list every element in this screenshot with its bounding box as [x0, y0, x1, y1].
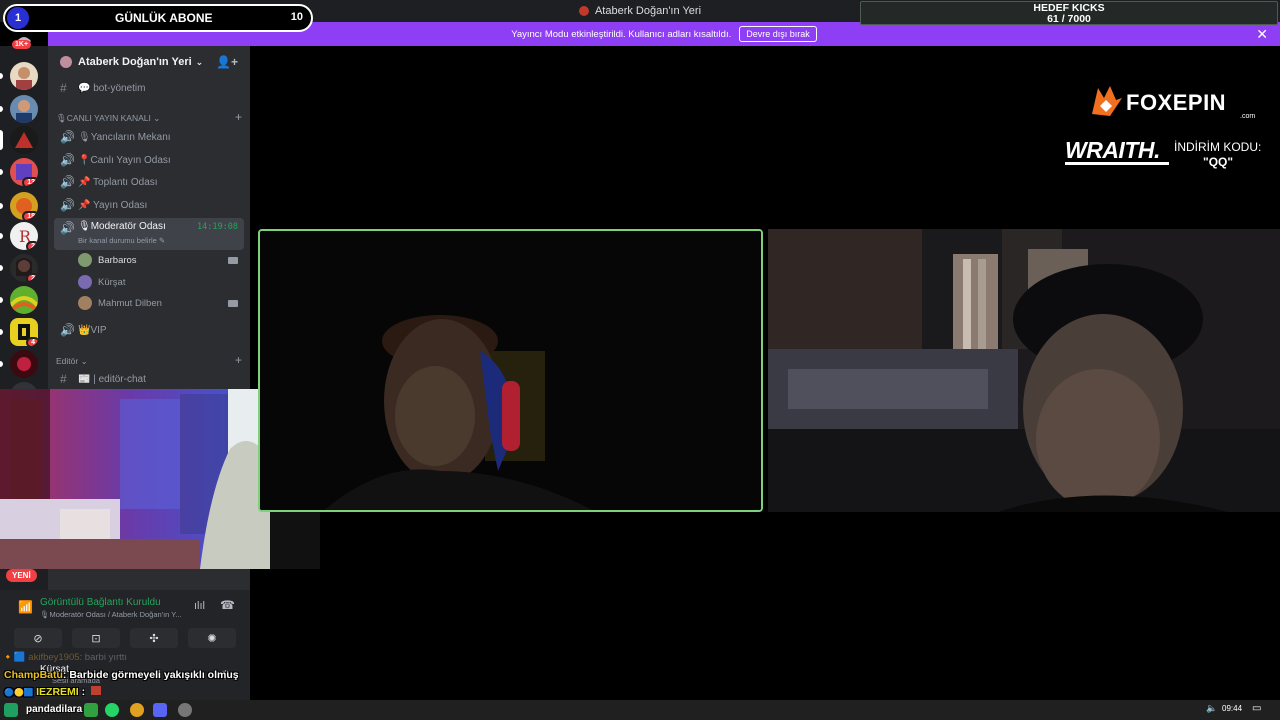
server-header[interactable]: Ataberk Doğan'ın Yeri ⌄ 👤+ [48, 46, 250, 78]
kicks-goal-overlay: HEDEF KICKS 61 / 7000 [860, 1, 1278, 25]
activities-icon: ✣ [149, 632, 159, 645]
server-logo-icon [578, 6, 589, 16]
voice-channel-icon: 🔊 [60, 221, 75, 235]
server-icon[interactable] [10, 126, 38, 154]
voice-channel-icon: 🔊 [60, 130, 75, 144]
server-avatar-icon [60, 56, 72, 68]
disable-streamer-mode-button[interactable]: Devre dışı bırak [739, 26, 817, 42]
noise-suppression-icon[interactable]: ılıl [194, 600, 205, 612]
voice-member[interactable]: Kürşat [78, 272, 244, 292]
server-icon[interactable] [10, 62, 38, 90]
foxepin-sponsor-logo: FOXEPIN .com [1086, 84, 1266, 124]
activities-button[interactable]: ✣ [130, 628, 178, 648]
channel-canli-yayin-odasi[interactable]: 🔊 📍Canlı Yayın Odası [54, 150, 244, 170]
server-icon[interactable]: 13 [10, 158, 38, 186]
chat-username: pandadilara [26, 704, 83, 715]
wraith-logo: WRAITH. [1065, 137, 1160, 163]
camera-toggle-button[interactable]: ⊘ [14, 628, 62, 648]
chat-message: ChampBatu: Barbide görmeyeli yakışıklı o… [4, 669, 239, 681]
chat-message: 🔸🟦 akifbey1905: barbi yırttı [2, 652, 128, 663]
steam-icon[interactable] [178, 703, 192, 717]
chat-badge-icon: 🔵🟡🟦 [4, 688, 37, 697]
close-icon[interactable]: ✕ [1256, 26, 1268, 43]
signal-icon[interactable]: 📶 [18, 600, 33, 614]
text-channel-icon: # [60, 372, 67, 386]
kicks-value: 61 / 7000 [1047, 13, 1091, 25]
soundboard-icon: ✺ [207, 632, 217, 645]
server-icon[interactable]: 18 [10, 192, 38, 220]
server-icon[interactable] [10, 95, 38, 123]
channel-vip[interactable]: 🔊 👑VIP [54, 320, 244, 340]
voice-channel-icon: 🔊 [60, 175, 75, 189]
sub-count: 10 [290, 11, 303, 23]
add-channel-icon[interactable]: + [235, 353, 242, 367]
clock[interactable]: 09:44 [1222, 704, 1242, 713]
screen-share-icon: ⊡ [91, 632, 101, 645]
avatar [78, 253, 92, 267]
disconnect-icon[interactable]: ☎ [220, 598, 235, 612]
video-tile-barbaros[interactable] [258, 229, 763, 512]
server-icon[interactable]: R 2 [10, 222, 38, 250]
screen-share-button[interactable]: ⊡ [72, 628, 120, 648]
channel-moderator-odasi[interactable]: 🔊 🎙Moderatör Odası 14:19:08 Bir kanal du… [54, 218, 244, 250]
chat-emote-icon: 🔸🟦 [2, 652, 29, 663]
notifications-icon[interactable]: ▭ [1252, 703, 1261, 714]
category-editor[interactable]: Editör ⌄ [56, 356, 88, 367]
camera-icon [228, 256, 238, 264]
discount-code-label: İNDİRİM KODU: [1174, 140, 1262, 154]
voice-channel-icon: 🔊 [60, 153, 75, 167]
camera-icon [228, 299, 238, 307]
chat-message: 🔵🟡🟦 IEZREMI : [4, 686, 102, 698]
voice-member[interactable]: Barbaros [78, 250, 244, 270]
server-icon[interactable]: 4 [10, 318, 38, 346]
flag-emote-icon [91, 686, 102, 695]
fox-logo-icon [1092, 86, 1122, 116]
channel-editor-chat[interactable]: # 📰 | editör-chat [54, 369, 244, 389]
voice-member[interactable]: Mahmut Dilben [78, 293, 244, 313]
discord-icon[interactable] [153, 703, 167, 717]
avatar [78, 296, 92, 310]
chat-badge-icon [4, 703, 18, 717]
add-channel-icon[interactable]: + [235, 110, 242, 124]
channel-status[interactable]: Bir kanal durumu belirle ✎ [78, 236, 165, 245]
discord-home-icon[interactable]: 1K+ [12, 30, 36, 56]
speaker-icon[interactable]: 🔈 [1206, 703, 1217, 714]
wraith-underline [1065, 162, 1169, 165]
voice-channel-icon: 🔊 [60, 323, 75, 337]
channel-yayin-odasi[interactable]: 🔊 📌 Yayın Odası [54, 195, 244, 215]
chevron-down-icon: ⌄ [195, 56, 204, 67]
camera-off-icon: ⊘ [33, 632, 43, 645]
soundboard-button[interactable]: ✺ [188, 628, 236, 648]
channel-bot-yonetim[interactable]: # 💬 bot-yönetim [54, 78, 244, 98]
unread-badge: 1K+ [12, 40, 32, 49]
discount-code-value: "QQ" [1203, 155, 1234, 169]
windows-taskbar: pandadilara 🔈 09:44 ▭ [0, 700, 1280, 720]
text-channel-icon: # [60, 81, 67, 95]
chrome-icon[interactable] [130, 703, 144, 717]
voice-location[interactable]: 🎙Moderatör Odası / Ataberk Doğan'ın Y... [40, 610, 182, 619]
invite-people-icon[interactable]: 👤+ [216, 55, 238, 69]
app-icon[interactable] [84, 703, 98, 717]
channel-yancilar[interactable]: 🔊 🎙Yancıların Mekanı [54, 127, 244, 147]
sub-label: GÜNLÜK ABONE [115, 11, 213, 25]
daily-subs-overlay: 1 GÜNLÜK ABONE 10 [3, 4, 313, 32]
voice-channel-icon: 🔊 [60, 198, 75, 212]
channel-timer: 14:19:08 [197, 222, 238, 232]
server-icon[interactable] [10, 286, 38, 314]
whatsapp-icon[interactable] [105, 703, 119, 717]
new-badge: YENİ [6, 569, 37, 582]
voice-connection-panel: 📶 Görüntülü Bağlantı Kuruldu 🎙Moderatör … [0, 590, 250, 652]
category-canli-yayin[interactable]: 🎙CANLI YAYIN KANALI ⌄ [56, 113, 160, 124]
server-icon[interactable] [10, 350, 38, 378]
video-tile-mahmut[interactable] [768, 229, 1280, 512]
server-icon[interactable]: 2 [10, 254, 38, 282]
voice-status[interactable]: Görüntülü Bağlantı Kuruldu [40, 597, 161, 608]
server-name: Ataberk Doğan'ın Yeri [78, 56, 192, 68]
banner-text: Yayıncı Modu etkinleştirildi. Kullanıcı … [511, 28, 732, 40]
window-title: Ataberk Doğan'ın Yeri [594, 5, 702, 17]
avatar [78, 275, 92, 289]
channel-toplanti[interactable]: 🔊 📌 Toplantı Odası [54, 172, 244, 192]
sub-rank: 1 [7, 7, 29, 29]
